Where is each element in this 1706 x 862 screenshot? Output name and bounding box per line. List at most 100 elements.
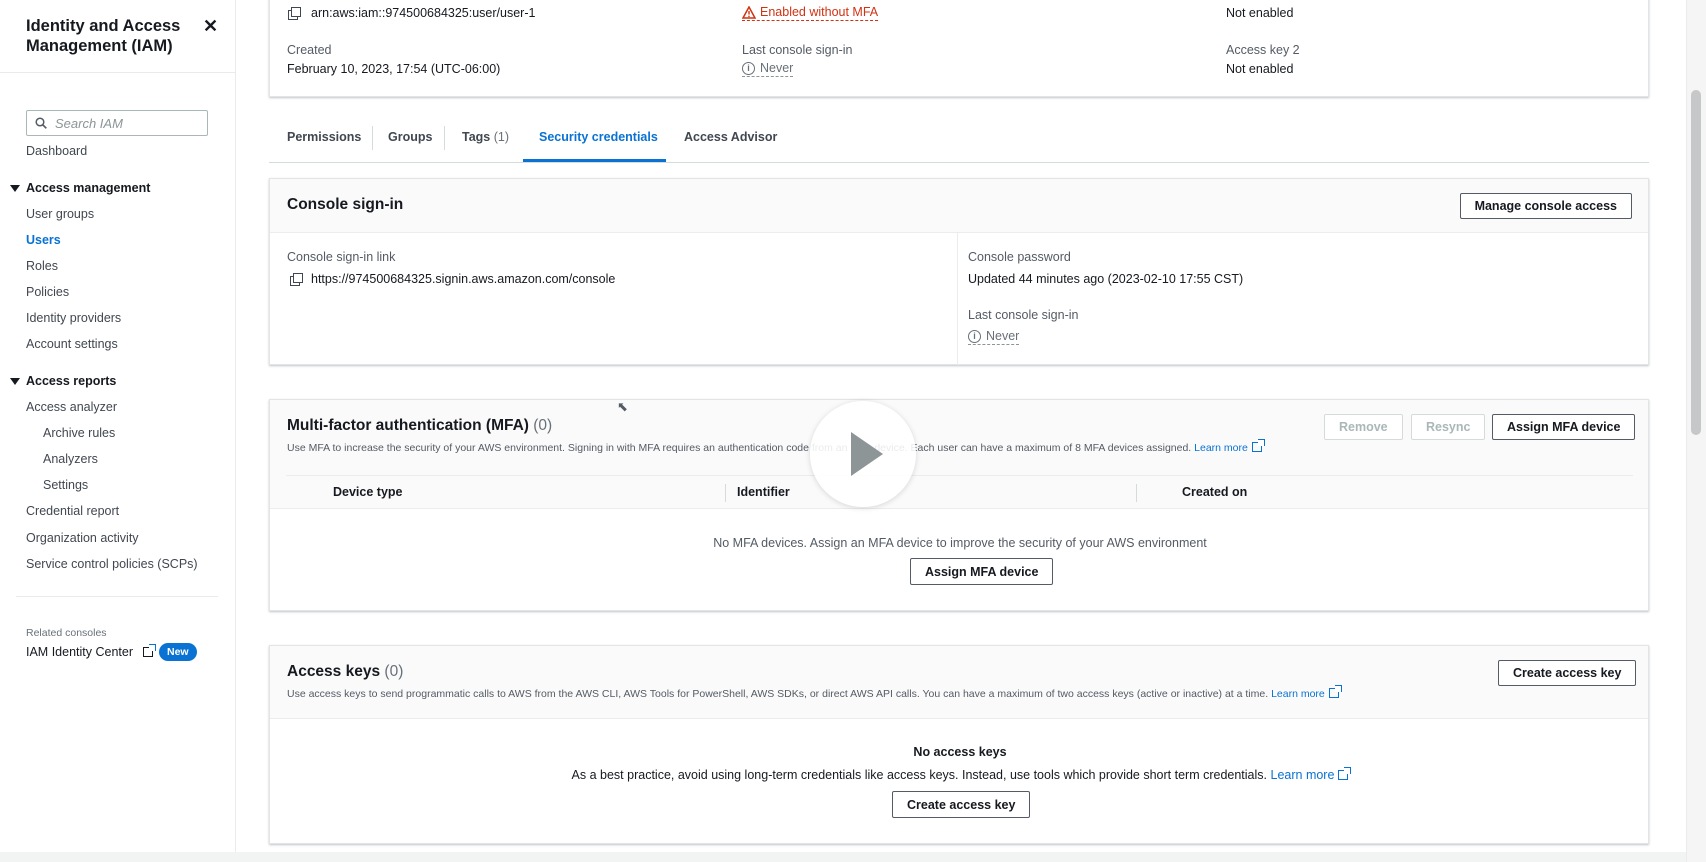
assign-mfa-device-empty-button[interactable]: Assign MFA device (910, 558, 1054, 585)
close-icon[interactable]: ✕ (203, 16, 218, 37)
last-signin-value[interactable]: i Never (742, 61, 794, 77)
service-title[interactable]: Identity and Access Management (IAM) (26, 16, 196, 56)
access-keys-description: Use access keys to send programmatic cal… (287, 685, 1342, 700)
summary-panel: arn:aws:iam::974500684325:user/user-1 En… (269, 0, 1649, 97)
nav-analyzer-settings[interactable]: Settings (43, 478, 88, 492)
no-access-keys-text: As a best practice, avoid using long-ter… (571, 768, 1268, 782)
no-access-keys-message: As a best practice, avoid using long-ter… (270, 767, 1650, 782)
section-access-reports[interactable]: Access reports (10, 374, 116, 388)
never-text: Never (986, 329, 1020, 343)
password-value: Updated 44 minutes ago (2023-02-10 17:55… (968, 272, 1244, 286)
user-tabs: Permissions Groups Tags (1) Security cre… (269, 114, 1649, 163)
console-signin-title: Console sign-in (287, 196, 404, 213)
access-keys-empty-learn-more-link[interactable]: Learn more (1270, 767, 1352, 782)
never-text: Never (760, 61, 794, 75)
mfa-description-text: Use MFA to increase the security of your… (287, 442, 1192, 454)
nav-analyzers[interactable]: Analyzers (43, 452, 98, 466)
page-scrollbar[interactable] (1686, 0, 1706, 862)
caret-down-icon (10, 377, 20, 385)
side-navigation: Identity and Access Management (IAM) ✕ D… (0, 0, 236, 862)
nav-identity-providers[interactable]: Identity providers (26, 311, 121, 325)
mfa-panel: Multi-factor authentication (MFA) (0) Us… (269, 399, 1649, 611)
remove-mfa-button[interactable]: Remove (1324, 414, 1403, 440)
tab-label: Security credentials (539, 130, 658, 144)
section-label: Access management (26, 181, 151, 195)
nav-credential-report[interactable]: Credential report (26, 504, 119, 518)
nav-archive-rules[interactable]: Archive rules (43, 426, 115, 440)
column-separator (725, 484, 726, 502)
main-content: arn:aws:iam::974500684325:user/user-1 En… (237, 0, 1677, 862)
access-keys-description-text: Use access keys to send programmatic cal… (287, 688, 1269, 700)
video-play-button[interactable] (810, 401, 916, 507)
panel-header (270, 646, 1648, 719)
column-identifier[interactable]: Identifier (737, 485, 790, 499)
mfa-title: Multi-factor authentication (MFA) (0) (287, 417, 552, 435)
search-input[interactable] (53, 114, 193, 132)
resync-mfa-button[interactable]: Resync (1411, 414, 1486, 440)
external-link-icon (1328, 685, 1342, 698)
caret-down-icon (10, 184, 20, 192)
assign-mfa-device-button[interactable]: Assign MFA device (1492, 414, 1636, 440)
no-access-keys-title: No access keys (913, 745, 1007, 759)
column-created-on[interactable]: Created on (1182, 485, 1247, 499)
password-label: Console password (968, 250, 1071, 264)
table-header-divider (286, 475, 1633, 476)
last-signin-label: Last console sign-in (968, 308, 1079, 322)
active-tab-indicator (523, 159, 666, 162)
tab-security-credentials[interactable]: Security credentials (539, 130, 658, 144)
tab-tags[interactable]: Tags (1) (462, 130, 509, 144)
access-key-2-value: Not enabled (1226, 62, 1294, 76)
manage-console-access-button[interactable]: Manage console access (1459, 193, 1632, 219)
section-label: Access reports (26, 374, 117, 388)
console-access-status[interactable]: Enabled without MFA (742, 5, 879, 21)
learn-more-text: Learn more (1270, 768, 1335, 782)
console-signin-panel: Console sign-in Manage console access Co… (269, 178, 1649, 365)
copy-icon[interactable] (288, 7, 301, 20)
nav-roles[interactable]: Roles (26, 259, 58, 273)
identity-center-link[interactable]: IAM Identity Center New (26, 643, 197, 661)
nav-organization-activity[interactable]: Organization activity (26, 531, 139, 545)
related-consoles-label: Related consoles (26, 627, 107, 639)
last-signin-value[interactable]: i Never (968, 329, 1020, 345)
mfa-count: (0) (533, 417, 553, 434)
access-keys-title: Access keys (0) (287, 663, 403, 681)
column-device-type[interactable]: Device type (333, 485, 402, 499)
access-key-2-label: Access key 2 (1226, 43, 1300, 57)
nav-dashboard[interactable]: Dashboard (26, 144, 87, 158)
signin-link-value[interactable]: https://974500684325.signin.aws.amazon.c… (311, 272, 615, 286)
identity-center-label: IAM Identity Center (26, 645, 133, 659)
column-divider (957, 233, 958, 365)
nav-users[interactable]: Users (26, 233, 61, 247)
access-keys-panel: Access keys (0) Use access keys to send … (269, 645, 1649, 844)
section-access-management[interactable]: Access management (10, 181, 150, 195)
tab-access-advisor[interactable]: Access Advisor (684, 130, 777, 144)
learn-more-text: Learn more (1194, 442, 1248, 454)
access-keys-count: (0) (384, 663, 404, 680)
create-access-key-button[interactable]: Create access key (1498, 660, 1637, 686)
nav-access-analyzer[interactable]: Access analyzer (26, 400, 117, 414)
tab-count: (1) (493, 130, 510, 144)
info-icon: i (968, 329, 981, 343)
tab-separator (372, 126, 373, 150)
tab-label: Tags (462, 130, 491, 144)
console-access-label: Enabled without MFA (760, 5, 879, 19)
tab-label: Permissions (287, 130, 362, 144)
external-link-icon (1251, 439, 1265, 452)
nav-user-groups[interactable]: User groups (26, 207, 94, 221)
create-access-key-empty-button[interactable]: Create access key (892, 791, 1031, 818)
nav-account-settings[interactable]: Account settings (26, 337, 118, 351)
tab-permissions[interactable]: Permissions (287, 130, 361, 144)
scrollbar-thumb[interactable] (1691, 90, 1701, 435)
nav-policies[interactable]: Policies (26, 285, 69, 299)
access-key-1-status: Not enabled (1226, 6, 1294, 20)
divider (0, 72, 235, 73)
search-box[interactable] (26, 110, 208, 136)
tab-separator (444, 126, 445, 150)
mouse-cursor-icon: ⬉ (617, 399, 628, 414)
mfa-empty-message: No MFA devices. Assign an MFA device to … (713, 536, 1207, 550)
tab-groups[interactable]: Groups (388, 130, 432, 144)
access-keys-learn-more-link[interactable]: Learn more (1271, 685, 1342, 700)
copy-icon[interactable] (290, 273, 303, 286)
mfa-learn-more-link[interactable]: Learn more (1194, 439, 1265, 454)
nav-scps[interactable]: Service control policies (SCPs) (26, 557, 198, 571)
